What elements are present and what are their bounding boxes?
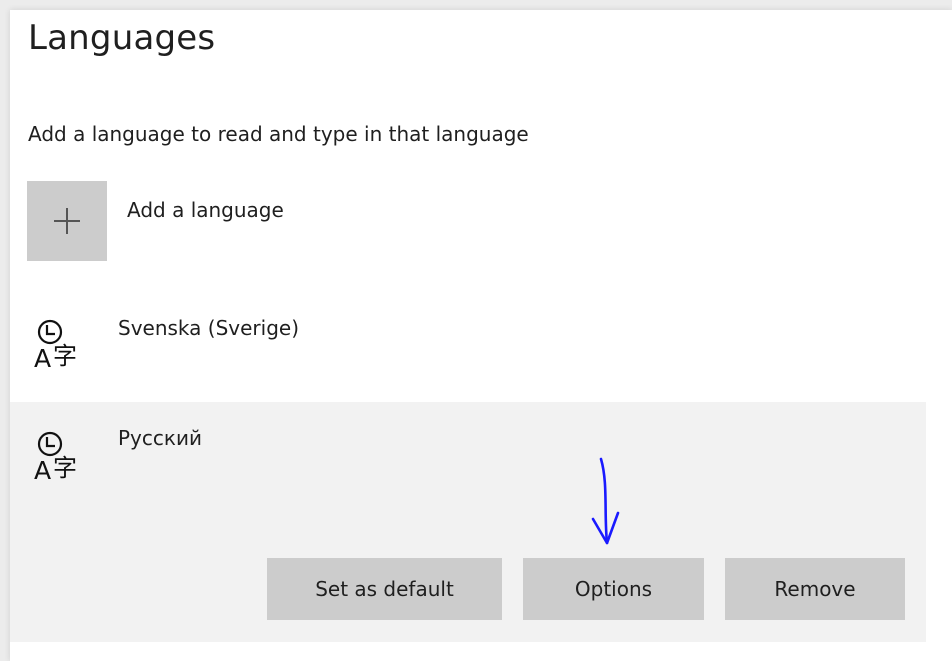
- language-icon: A 字: [34, 319, 77, 373]
- svg-text:字: 字: [53, 342, 77, 370]
- language-item-russian[interactable]: A 字 Русский Set as default Options Remov…: [10, 402, 926, 642]
- language-item-svenska[interactable]: A 字 Svenska (Sverige): [10, 298, 926, 398]
- annotation-arrow-icon: [591, 457, 620, 545]
- add-language-button[interactable]: Add a language: [27, 181, 627, 261]
- language-name: Русский: [118, 426, 202, 450]
- svg-text:A: A: [34, 344, 51, 373]
- svg-text:字: 字: [53, 454, 77, 482]
- add-language-tile[interactable]: [27, 181, 107, 261]
- add-language-label: Add a language: [127, 198, 284, 222]
- set-as-default-button[interactable]: Set as default: [267, 558, 502, 620]
- remove-button[interactable]: Remove: [725, 558, 905, 620]
- language-name: Svenska (Sverige): [118, 316, 299, 340]
- page-subtitle: Add a language to read and type in that …: [28, 122, 529, 146]
- svg-text:A: A: [34, 456, 51, 485]
- page-title: Languages: [28, 18, 216, 58]
- settings-panel: Languages Add a language to read and typ…: [10, 10, 952, 661]
- options-button[interactable]: Options: [523, 558, 704, 620]
- language-icon: A 字: [34, 431, 77, 485]
- plus-icon: [54, 208, 80, 234]
